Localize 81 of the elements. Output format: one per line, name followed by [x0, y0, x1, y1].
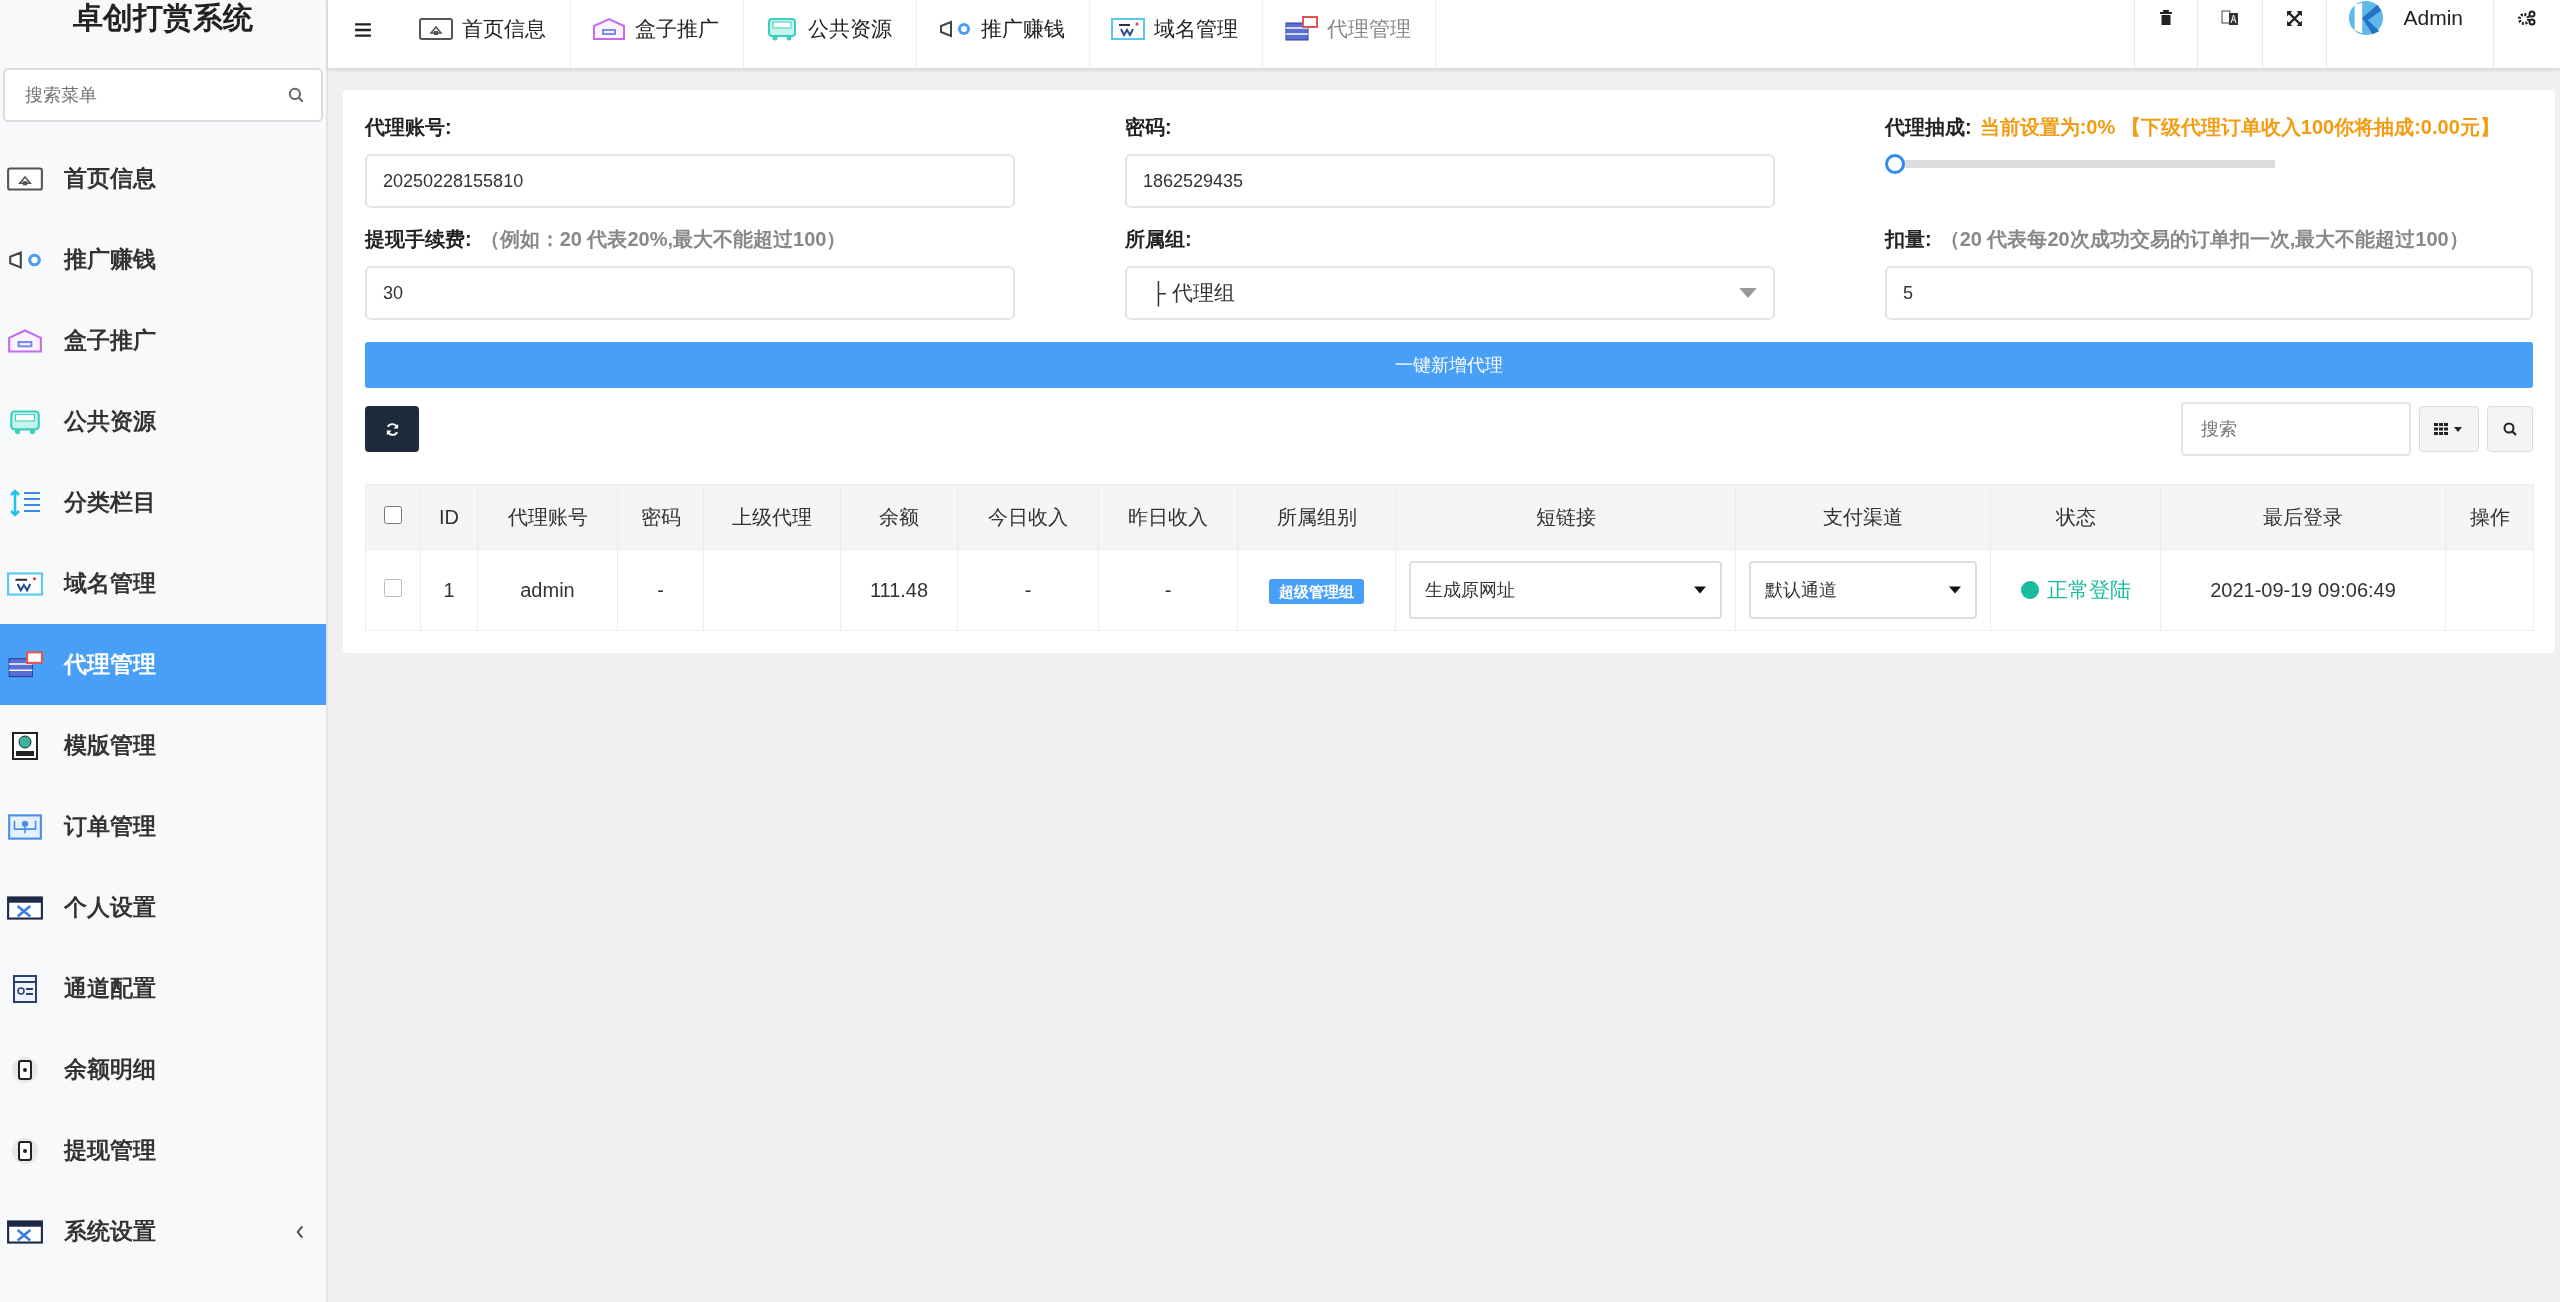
- column-header: 昨日收入: [1098, 484, 1238, 550]
- table-cell: -: [1098, 549, 1238, 631]
- table-cell: 1: [420, 549, 478, 631]
- commission-note: 当前设置为:0% 【下级代理订单收入100你将抽成:0.00元】: [1979, 115, 2500, 140]
- field-label: 代理账号:: [365, 115, 453, 140]
- field-hint: （20 代表每20次成功交易的订单扣一次,最大不能超过100）: [1939, 227, 2469, 252]
- refresh-icon: [384, 421, 400, 437]
- deduct-field[interactable]: 5: [1885, 266, 2533, 320]
- column-header: 密码: [617, 484, 704, 550]
- menu-item[interactable]: 个人设置: [0, 867, 326, 948]
- server-icon: [6, 649, 44, 680]
- column-header: 支付渠道: [1735, 484, 1991, 550]
- menu-item[interactable]: 系统设置: [0, 1191, 326, 1272]
- table-cell: admin: [477, 549, 618, 631]
- password-field[interactable]: 1862529435: [1125, 154, 1775, 208]
- nav-tab[interactable]: 推广赚钱: [917, 0, 1090, 68]
- box-icon: [591, 15, 627, 43]
- menu-item[interactable]: 盒子推广: [0, 300, 326, 381]
- field-hint: （例如：20 代表20%,最大不能超过100）: [479, 227, 847, 252]
- column-header: 短链接: [1395, 484, 1736, 550]
- menu-item[interactable]: 域名管理: [0, 543, 326, 624]
- column-header: 余额: [840, 484, 958, 550]
- nav-tab[interactable]: 域名管理: [1090, 0, 1263, 68]
- table-cell: -: [957, 549, 1099, 631]
- nav-tab[interactable]: 代理管理: [1263, 0, 1436, 68]
- status-text: 正常登陆: [2046, 577, 2131, 603]
- column-header: ID: [420, 484, 478, 550]
- menu-item[interactable]: 订单管理: [0, 786, 326, 867]
- column-header: 上级代理: [703, 484, 841, 550]
- column-header: 状态: [1990, 484, 2161, 550]
- table-cell: -: [617, 549, 704, 631]
- search-icon: [2502, 421, 2518, 437]
- field-label: 密码:: [1125, 115, 1173, 140]
- app-title: 卓创打赏系统: [72, 0, 254, 36]
- short-link-select[interactable]: 生成原网址: [1409, 561, 1722, 619]
- caret-icon: [1949, 586, 1961, 594]
- caret-icon: [1694, 586, 1706, 594]
- search-field[interactable]: 搜索菜单: [3, 68, 323, 122]
- field-label: 扣量:: [1885, 227, 1932, 252]
- column-header: 最后登录: [2160, 484, 2446, 550]
- nav-tab[interactable]: 公共资源: [744, 0, 917, 68]
- nav-tab[interactable]: 首页信息: [398, 0, 571, 68]
- grid-icon: [2434, 422, 2464, 436]
- field-label: 所属组:: [1125, 227, 1193, 252]
- table-cell: 111.48: [840, 549, 958, 631]
- group-select[interactable]: ├ 代理组: [1125, 266, 1775, 320]
- user-menu[interactable]: Admin: [2326, 0, 2493, 68]
- group-badge: 超级管理组: [1269, 578, 1364, 604]
- search-button[interactable]: [2487, 406, 2533, 452]
- account-field[interactable]: 20250228155810: [365, 154, 1015, 208]
- table-cell: 2021-09-19 09:06:49: [2160, 549, 2446, 631]
- select-all-checkbox[interactable]: [384, 505, 402, 524]
- row-checkbox[interactable]: [384, 578, 402, 597]
- menu-item[interactable]: 余额明细: [0, 1029, 326, 1110]
- channel-select[interactable]: 默认通道: [1749, 561, 1977, 619]
- columns-button[interactable]: [2419, 406, 2479, 452]
- menu-item[interactable]: 公共资源: [0, 381, 326, 462]
- fee-field[interactable]: 30: [365, 266, 1015, 320]
- menu-item[interactable]: 分类栏目: [0, 462, 326, 543]
- search-field[interactable]: 搜索: [2181, 402, 2411, 456]
- column-header: 代理账号: [477, 484, 618, 550]
- search-icon: [287, 86, 305, 104]
- circuit-icon: [6, 811, 44, 842]
- menu-icon[interactable]: [354, 22, 372, 38]
- column-header: 所属组别: [1237, 484, 1396, 550]
- menu-item[interactable]: 模版管理: [0, 705, 326, 786]
- window-icon: [1110, 15, 1146, 43]
- menu-item[interactable]: 通道配置: [0, 948, 326, 1029]
- menu-item[interactable]: 首页信息: [0, 138, 326, 219]
- browser-icon: [418, 15, 454, 43]
- slider-thumb[interactable]: [1885, 154, 1905, 174]
- server-icon: [1283, 15, 1319, 43]
- nav-tab[interactable]: 盒子推广: [571, 0, 744, 68]
- refresh-button[interactable]: [365, 406, 419, 452]
- column-header: 操作: [2445, 484, 2534, 550]
- menu-item[interactable]: 推广赚钱: [0, 219, 326, 300]
- caret-icon: [1739, 288, 1757, 298]
- column-header: 今日收入: [957, 484, 1099, 550]
- field-label: 代理抽成:: [1885, 115, 1972, 140]
- field-label: 提现手续费:: [365, 227, 472, 252]
- menu-item[interactable]: 提现管理: [0, 1110, 326, 1191]
